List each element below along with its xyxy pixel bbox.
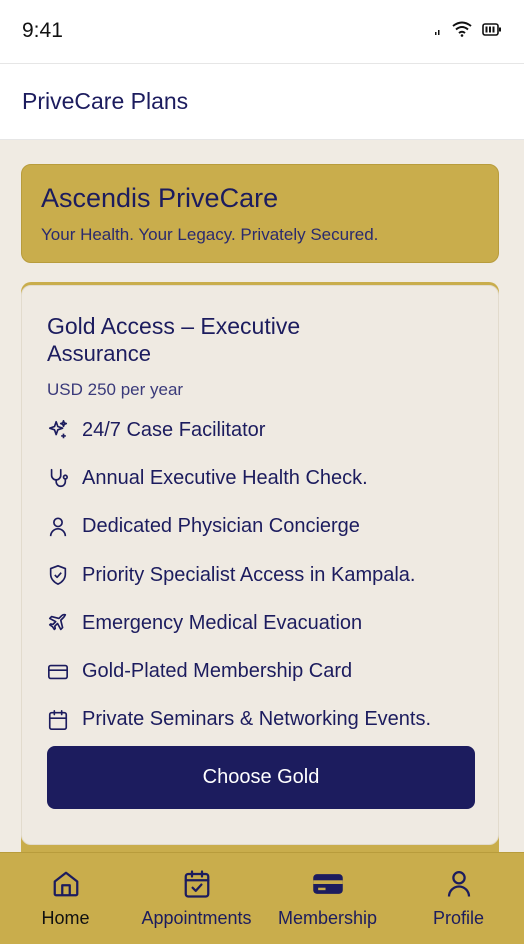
list-item: Priority Specialist Access in Kampala.: [47, 551, 473, 599]
calendar-check-icon: [181, 868, 213, 900]
status-bar: 9:41: [0, 0, 524, 63]
wifi-icon: [452, 21, 472, 42]
hero-banner: Ascendis PriveCare Your Health. Your Leg…: [21, 164, 499, 263]
user-icon: [47, 516, 69, 538]
hero-title: Ascendis PriveCare: [41, 183, 279, 213]
app-header: PriveCare Plans: [0, 63, 524, 140]
feature-label: Dedicated Physician Concierge: [82, 515, 360, 538]
plan-card-gold: Gold Access – Executive Assurance USD 25…: [21, 285, 499, 845]
sparkle-icon: [47, 419, 69, 441]
plan-card-container: Gold Access – Executive Assurance USD 25…: [21, 282, 499, 852]
feature-list: 24/7 Case Facilitator Annual Executive H…: [47, 406, 473, 744]
choose-gold-button[interactable]: Choose Gold: [47, 746, 475, 809]
credit-card-icon: [47, 661, 69, 683]
list-item: Dedicated Physician Concierge: [47, 503, 473, 551]
list-item: Emergency Medical Evacuation: [47, 599, 473, 647]
shield-check-icon: [47, 564, 69, 586]
page-title: PriveCare Plans: [22, 88, 189, 114]
plan-name: Gold Access – Executive Assurance: [47, 312, 473, 368]
list-item: Private Seminars & Networking Events.: [47, 696, 473, 744]
plan-name-line2: Assurance: [47, 341, 151, 366]
home-icon: [50, 868, 82, 900]
list-item: Annual Executive Health Check.: [47, 454, 473, 502]
feature-label: Private Seminars & Networking Events.: [82, 708, 432, 731]
feature-label: Annual Executive Health Check.: [82, 466, 368, 489]
nav-label: Appointments: [141, 908, 252, 928]
nav-item-home[interactable]: Home: [1, 868, 131, 929]
battery-icon: [482, 22, 502, 41]
status-icons: [434, 21, 502, 42]
nav-item-membership[interactable]: Membership: [263, 868, 393, 929]
feature-label: Priority Specialist Access in Kampala.: [82, 563, 416, 586]
list-item: Gold-Plated Membership Card: [47, 647, 473, 695]
nav-label: Home: [41, 908, 90, 928]
stethoscope-icon: [47, 467, 69, 489]
nav-label: Membership: [277, 908, 378, 928]
nav-label: Profile: [432, 908, 485, 928]
nav-item-appointments[interactable]: Appointments: [132, 868, 262, 929]
signal-icon: [434, 23, 442, 41]
user-icon: [443, 868, 475, 900]
calendar-icon: [47, 709, 69, 731]
card-icon: [312, 868, 344, 900]
plan-price: USD 250 per year: [47, 380, 184, 399]
bottom-nav: Home Appointments Membership Profile: [0, 852, 524, 944]
plane-icon: [47, 612, 69, 634]
feature-label: 24/7 Case Facilitator: [82, 418, 266, 441]
list-item: 24/7 Case Facilitator: [47, 406, 473, 454]
status-time: 9:41: [22, 18, 63, 42]
feature-label: Gold-Plated Membership Card: [82, 660, 353, 683]
nav-item-profile[interactable]: Profile: [394, 868, 524, 929]
hero-subtitle: Your Health. Your Legacy. Privately Secu…: [41, 225, 379, 244]
plan-name-line1: Gold Access – Executive: [47, 313, 301, 339]
main-content[interactable]: Ascendis PriveCare Your Health. Your Leg…: [0, 140, 524, 852]
feature-label: Emergency Medical Evacuation: [82, 611, 363, 634]
